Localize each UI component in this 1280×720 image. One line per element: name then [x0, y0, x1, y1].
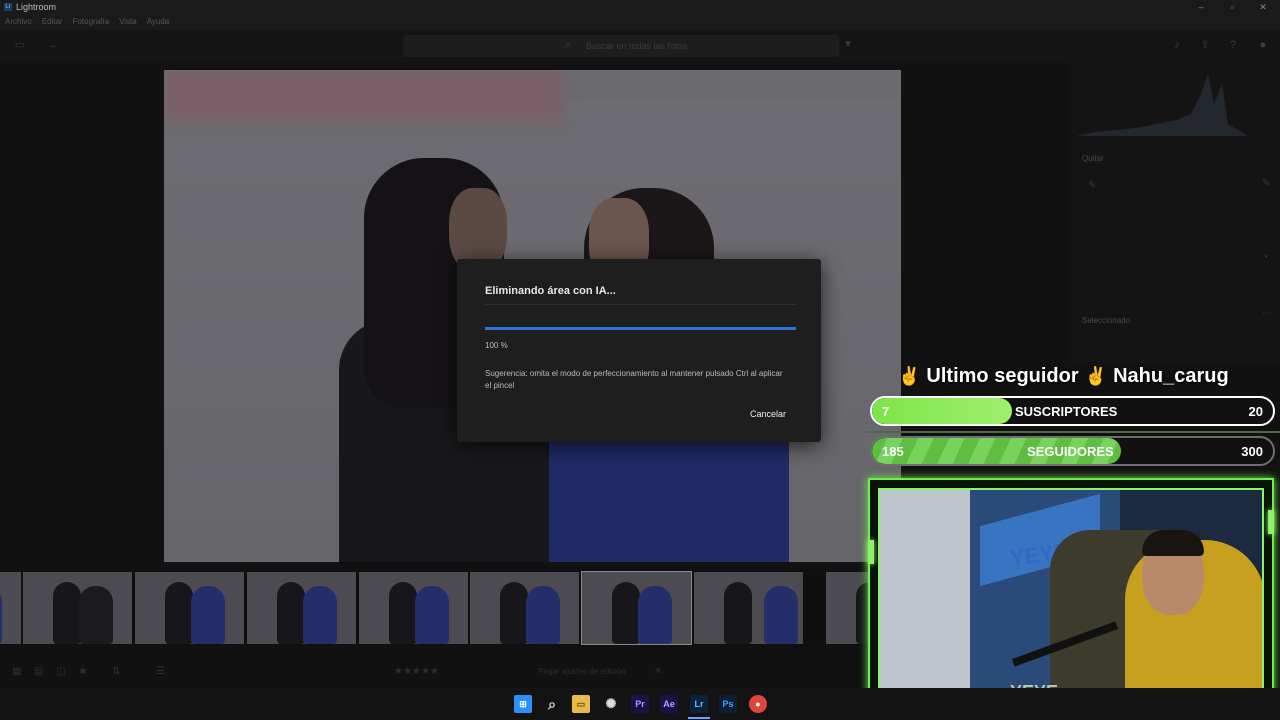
filmstrip-thumb[interactable]: [0, 572, 21, 644]
rock-hand-icon: ✌: [1084, 365, 1108, 386]
filmstrip-thumb[interactable]: [359, 572, 468, 644]
dialog-hint: Sugerencia: omita el modo de perfecciona…: [485, 369, 783, 390]
filmstrip-thumb[interactable]: [135, 572, 244, 644]
eraser-icon[interactable]: ✎: [1088, 180, 1100, 192]
bottom-toolbar: ▦ ▤ ◫ ■ ⇅ ☰ ★★★★★ Pegar ajustes de edici…: [0, 660, 868, 684]
webcam-frame: YEYE YEYE: [868, 478, 1274, 708]
subscribers-goal-fill: [872, 398, 1013, 424]
file-explorer-icon[interactable]: ▭: [572, 695, 590, 713]
app-name: Lightroom: [16, 2, 57, 12]
maximize-icon[interactable]: ▫: [1217, 0, 1247, 14]
search-input[interactable]: Buscar en todas las fotos: [586, 41, 687, 51]
list-icon[interactable]: ☰: [156, 666, 165, 677]
rock-hand-icon: ✌: [898, 365, 921, 386]
title-bar: Lr Lightroom – ▫ ✕: [0, 0, 1280, 16]
menu-archivo[interactable]: Archivo: [5, 16, 32, 30]
menu-bar: Archivo Editar Fotografía Vista Ayuda: [0, 16, 1280, 30]
back-arrow-icon[interactable]: ←: [47, 39, 61, 51]
close-status-icon[interactable]: ✕: [654, 666, 662, 677]
lightroom-logo-icon: Lr: [4, 3, 12, 11]
search-field[interactable]: ⌕ Buscar en todas las fotos ▼: [403, 35, 853, 57]
filmstrip-thumb-selected[interactable]: [581, 571, 692, 645]
taskbar: ⊞ ⌕ ▭ ✺ Pr Ae Lr Ps ●: [0, 688, 1280, 720]
davinci-icon[interactable]: ✺: [602, 695, 620, 713]
panel-section-remove: Quitar: [1082, 154, 1104, 163]
filmstrip: [0, 570, 868, 646]
panel-section-selected: Seleccionado: [1082, 316, 1131, 325]
menu-ayuda[interactable]: Ayuda: [147, 16, 170, 30]
filmstrip-thumb[interactable]: [826, 572, 868, 644]
followers-current: 185: [882, 444, 904, 459]
lightroom-taskbar-icon[interactable]: Lr: [690, 695, 708, 713]
progress-bar-fill: [485, 327, 796, 330]
brush-icon[interactable]: ✎: [1262, 178, 1274, 190]
webcam-feed: YEYE: [878, 488, 1264, 700]
more-icon[interactable]: ⋯: [1262, 308, 1274, 320]
menu-fotografia[interactable]: Fotografía: [73, 16, 109, 30]
subscribers-goal-bar: 7 SUSCRIPTORES 20: [870, 396, 1275, 426]
progress-percent: 100 %: [485, 341, 508, 350]
help-icon[interactable]: ?: [1226, 39, 1240, 51]
progress-bar: [485, 327, 796, 330]
followers-goal: 300: [1241, 444, 1263, 459]
menu-vista[interactable]: Vista: [119, 16, 137, 30]
last-follower-banner: ✌ Ultimo seguidor ✌ Nahu_carug: [898, 362, 1268, 390]
detail-view-icon[interactable]: ■: [80, 666, 86, 677]
paste-edits-status[interactable]: Pegar ajustes de edición: [538, 667, 626, 676]
close-icon[interactable]: ✕: [1248, 0, 1278, 14]
subscribers-label: SUSCRIPTORES: [1015, 404, 1118, 419]
grid-view-icon[interactable]: ▦: [12, 666, 21, 677]
last-follower-label: Ultimo seguidor: [926, 364, 1079, 387]
filmstrip-thumb[interactable]: [694, 572, 803, 644]
menu-editar[interactable]: Editar: [42, 16, 63, 30]
followers-goal-bar: 185 SEGUIDORES 300: [870, 436, 1275, 466]
search-taskbar-icon[interactable]: ⌕: [543, 695, 561, 713]
history-icon[interactable]: ◔: [1262, 252, 1274, 264]
followers-label: SEGUIDORES: [1027, 444, 1114, 459]
after-effects-icon[interactable]: Ae: [660, 695, 678, 713]
square-grid-icon[interactable]: ▤: [34, 666, 43, 677]
rating-stars-icon[interactable]: ★★★★★: [394, 666, 439, 677]
histogram: [1076, 74, 1248, 136]
dialog-title: Eliminando área con IA...: [485, 285, 616, 297]
search-icon: ⌕: [565, 39, 572, 51]
dialog-divider: [485, 304, 796, 305]
overlay-separator: [866, 431, 1280, 433]
frame-glow-left: [868, 540, 874, 564]
subscribers-current: 7: [882, 404, 890, 419]
share-icon[interactable]: ⇪: [1198, 39, 1212, 51]
compare-icon[interactable]: ◫: [56, 666, 65, 677]
app-title: Lr Lightroom: [4, 2, 56, 12]
premiere-icon[interactable]: Pr: [631, 695, 649, 713]
minimize-icon[interactable]: –: [1186, 0, 1216, 14]
windows-start-icon[interactable]: ⊞: [514, 695, 532, 713]
right-edit-panel: Quitar ✎ Seleccionado ✎ ◔ ⋯: [1068, 62, 1280, 362]
filmstrip-thumb[interactable]: [23, 572, 132, 644]
chrome-icon[interactable]: ●: [749, 695, 767, 713]
filmstrip-thumb[interactable]: [247, 572, 356, 644]
subscribers-goal: 20: [1248, 404, 1263, 419]
photo-red-band: [164, 70, 564, 122]
active-app-indicator: [688, 717, 710, 719]
cam-wall-left: [880, 490, 970, 698]
ai-remove-progress-dialog: Eliminando área con IA... 100 % Sugerenc…: [457, 259, 821, 442]
account-icon[interactable]: ●: [1256, 39, 1270, 51]
cam-person-hair: [1142, 530, 1204, 556]
sort-icon[interactable]: ⇅: [112, 666, 120, 677]
frame-glow-right: [1268, 510, 1274, 534]
last-follower-name: Nahu_carug: [1113, 364, 1229, 387]
photoshop-icon[interactable]: Ps: [719, 695, 737, 713]
filmstrip-thumb[interactable]: [470, 572, 579, 644]
cancel-button[interactable]: Cancelar: [750, 409, 786, 419]
filter-icon[interactable]: ▼: [843, 39, 853, 50]
bell-icon[interactable]: ♪: [1170, 39, 1184, 51]
panel-toggle-icon[interactable]: ▭: [13, 39, 27, 51]
